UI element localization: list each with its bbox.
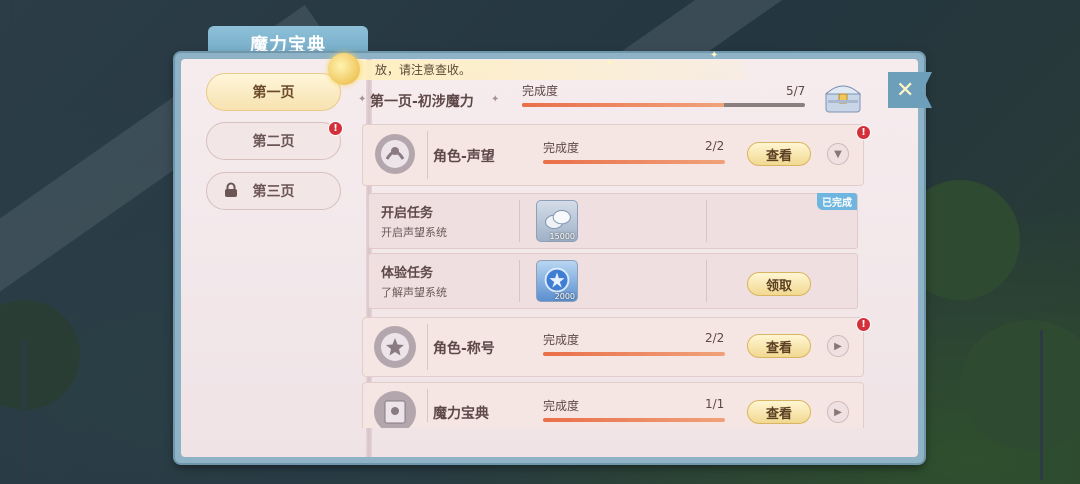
- section-title: 第一页-初涉魔力: [370, 94, 474, 110]
- task-progress-label: 完成度: [543, 141, 580, 155]
- subtask-row: 开启任务 开启声望系统 15000 已完成: [368, 193, 858, 249]
- task-card-reputation: 角色-声望 完成度 2/2 查看 ▼: [362, 124, 864, 186]
- task-progress-bar: [543, 418, 725, 422]
- subtask-desc: 开启声望系统: [381, 226, 447, 239]
- silver-coin-icon[interactable]: 15000: [536, 200, 578, 242]
- tab-page-2-label: 第二页: [252, 134, 295, 150]
- reward-quantity: 15000: [549, 232, 575, 241]
- subtask-desc: 了解声望系统: [381, 286, 447, 299]
- section-progress-value: 5/7: [786, 84, 806, 98]
- tab-page-3[interactable]: 第三页: [206, 172, 341, 210]
- task-progress-value: 2/2: [705, 331, 725, 345]
- diamond-ornament-icon: ✦: [358, 94, 367, 105]
- chevron-right-icon[interactable]: ▶: [827, 401, 849, 423]
- star-emblem-icon: [374, 326, 416, 368]
- task-progress-bar: [543, 352, 725, 356]
- view-button[interactable]: 查看: [747, 142, 811, 166]
- alert-badge-icon: !: [856, 317, 871, 332]
- chevron-down-icon[interactable]: ▼: [827, 143, 849, 165]
- alert-badge-icon: !: [856, 125, 871, 140]
- chevron-right-icon[interactable]: ▶: [827, 335, 849, 357]
- task-card-title: 角色-称号 完成度 2/2 查看 ▶: [362, 317, 864, 377]
- notice-text: 放，请注意查收。: [375, 63, 472, 77]
- task-progress-fill: [543, 418, 725, 422]
- star-gem-icon[interactable]: 2000: [536, 260, 578, 302]
- task-progress-label: 完成度: [543, 399, 580, 413]
- tab-page-3-label: 第三页: [252, 184, 295, 200]
- subtask-name: 体验任务: [381, 266, 434, 281]
- reward-quantity: 2000: [554, 292, 575, 301]
- task-name: 角色-声望: [433, 149, 495, 165]
- alert-badge-icon: !: [328, 121, 343, 136]
- task-progress-fill: [543, 352, 725, 356]
- task-progress-label: 完成度: [543, 333, 580, 347]
- task-progress-bar: [543, 160, 725, 164]
- section-progress-label: 完成度: [522, 84, 559, 98]
- task-progress-fill: [543, 160, 725, 164]
- subtask-row: 体验任务 了解声望系统 2000 领取: [368, 253, 858, 309]
- section-progress-fill: [522, 103, 725, 107]
- tab-page-1-label: 第一页: [252, 85, 295, 101]
- claim-button[interactable]: 领取: [747, 272, 811, 296]
- section-progress-bar: [522, 103, 805, 107]
- reputation-icon: [375, 134, 415, 174]
- view-button[interactable]: 查看: [747, 400, 811, 424]
- task-card-magic-book: 魔力宝典 完成度 1/1 查看 ▶: [362, 382, 864, 428]
- mail-notice-icon: [328, 53, 360, 85]
- diamond-ornament-icon: ✦: [491, 94, 500, 105]
- view-button[interactable]: 查看: [747, 334, 811, 358]
- completed-tag: 已完成: [817, 193, 857, 210]
- magic-book-icon: [374, 391, 416, 428]
- tab-page-2[interactable]: 第二页: [206, 122, 341, 160]
- treasure-chest-icon[interactable]: [820, 76, 866, 116]
- tab-page-1[interactable]: 第一页: [206, 73, 341, 111]
- lock-icon: [225, 182, 237, 197]
- task-progress-value: 2/2: [705, 139, 725, 153]
- task-name: 魔力宝典: [433, 406, 489, 422]
- task-progress-value: 1/1: [705, 397, 725, 411]
- subtask-name: 开启任务: [381, 206, 434, 221]
- task-name: 角色-称号: [433, 341, 495, 357]
